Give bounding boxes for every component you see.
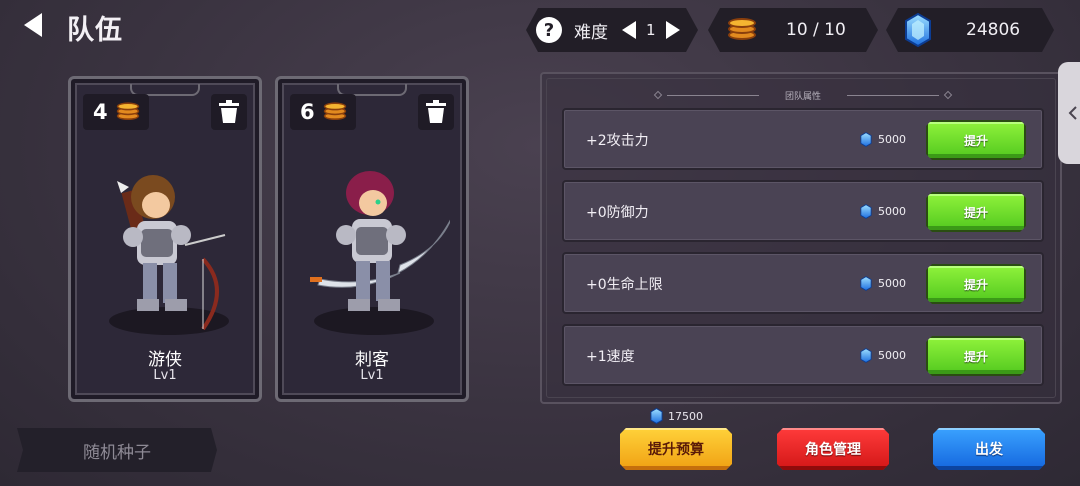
chevron-left-icon — [1068, 106, 1077, 120]
character-level: Lv1 — [153, 368, 177, 383]
budget-cost: 17500 — [650, 408, 703, 424]
stat-label: +2攻击力 — [586, 133, 649, 149]
gem-counter: 24806 — [886, 8, 1054, 52]
stat-row-max-hp: +0生命上限 5000 提升 — [562, 252, 1044, 314]
character-cost: 6 — [290, 94, 356, 130]
difficulty-label: 难度 — [574, 22, 608, 43]
character-name: 游侠 — [148, 350, 182, 370]
stat-cost: 5000 — [860, 276, 906, 291]
coin-icon — [116, 102, 139, 121]
stat-label: +0防御力 — [586, 205, 649, 221]
difficulty-increase-icon[interactable] — [666, 21, 680, 39]
back-button[interactable] — [18, 10, 48, 40]
character-level: Lv1 — [360, 368, 384, 383]
trash-icon — [426, 100, 446, 123]
back-arrow-icon — [24, 13, 42, 37]
stat-row-attack: +2攻击力 5000 提升 — [562, 108, 1044, 170]
gem-icon — [860, 276, 872, 291]
character-card-assassin[interactable]: 6 刺客 Lv1 — [275, 76, 469, 402]
stat-label: +1速度 — [586, 349, 635, 365]
remove-character-button[interactable] — [211, 94, 247, 130]
stat-row-speed: +1速度 5000 提升 — [562, 324, 1044, 386]
upgrade-max-hp-button[interactable]: 提升 — [926, 264, 1026, 304]
panel-title-row: 团队属性 — [653, 86, 953, 104]
side-panel-toggle[interactable] — [1058, 62, 1080, 164]
character-cost: 4 — [83, 94, 149, 130]
depart-button[interactable]: 出发 — [933, 428, 1045, 470]
difficulty-decrease-icon[interactable] — [622, 21, 636, 39]
gem-icon — [860, 132, 872, 147]
coin-stack-icon — [728, 18, 756, 42]
panel-title: 团队属性 — [785, 91, 822, 102]
help-icon[interactable]: ? — [536, 17, 562, 43]
coin-count: 10 / 10 — [786, 20, 846, 40]
trash-icon — [219, 100, 239, 123]
page-title: 队伍 — [67, 15, 123, 46]
ranger-character-sprite — [109, 175, 229, 335]
gem-icon — [650, 408, 663, 424]
upgrade-attack-button[interactable]: 提升 — [926, 120, 1026, 160]
character-name: 刺客 — [355, 350, 389, 370]
character-management-button[interactable]: 角色管理 — [777, 428, 889, 470]
stat-row-defense: +0防御力 5000 提升 — [562, 180, 1044, 242]
difficulty-selector: ? 难度 1 — [526, 8, 698, 52]
coin-counter: 10 / 10 — [708, 8, 878, 52]
gem-icon — [860, 204, 872, 219]
coin-icon — [323, 102, 346, 121]
difficulty-value: 1 — [646, 21, 656, 39]
random-seed-button[interactable]: 随机种子 — [17, 428, 217, 472]
stat-cost: 5000 — [860, 348, 906, 363]
assassin-character-sprite — [310, 171, 450, 335]
stat-cost: 5000 — [860, 132, 906, 147]
remove-character-button[interactable] — [418, 94, 454, 130]
gem-icon — [904, 13, 932, 47]
gem-icon — [860, 348, 872, 363]
stat-cost: 5000 — [860, 204, 906, 219]
stat-label: +0生命上限 — [586, 277, 663, 293]
increase-budget-button[interactable]: 提升预算 — [620, 428, 732, 470]
upgrade-speed-button[interactable]: 提升 — [926, 336, 1026, 376]
upgrade-defense-button[interactable]: 提升 — [926, 192, 1026, 232]
gem-count: 24806 — [966, 20, 1021, 40]
character-card-ranger[interactable]: 4 游侠 Lv1 — [68, 76, 262, 402]
